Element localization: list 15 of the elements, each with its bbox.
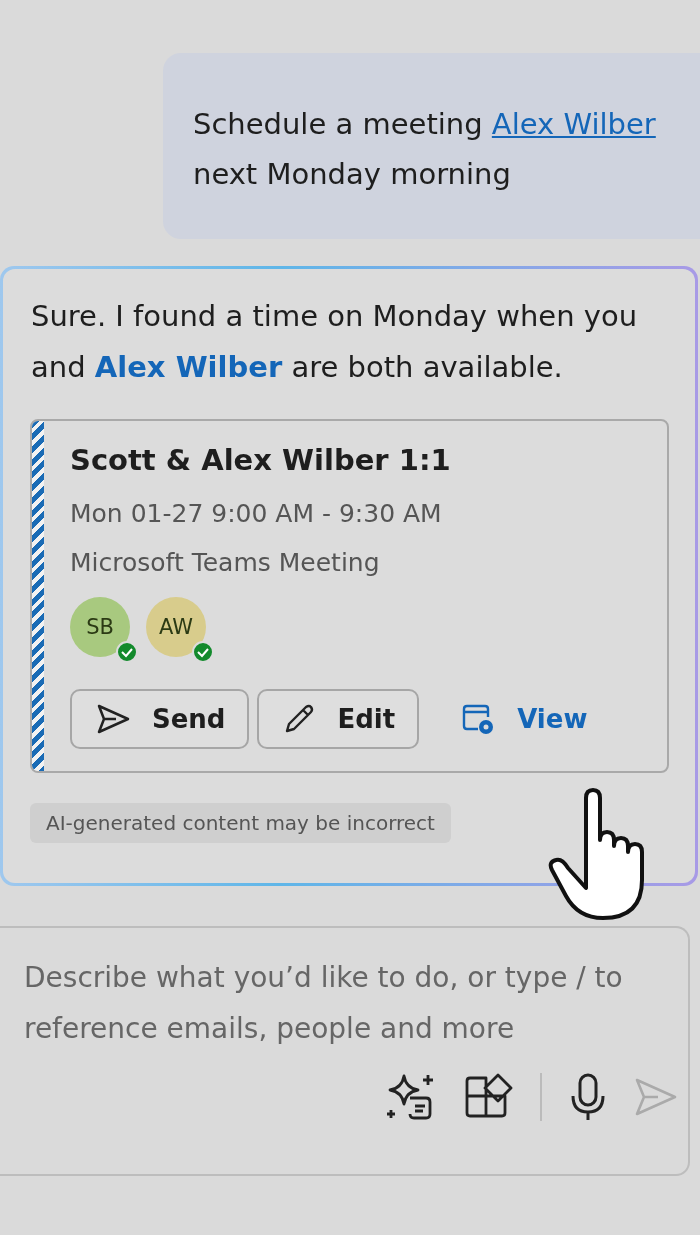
composer-box[interactable]: Describe what you’d like to do, or type / to reference emails, people and more xyxy=(0,926,690,1176)
prompt-input[interactable]: Describe what you’d like to do, or type / to reference emails, people and more xyxy=(24,952,688,1062)
edit-button[interactable]: Edit xyxy=(257,689,420,749)
calendar-view-icon xyxy=(461,703,496,735)
event-location: Microsoft Teams Meeting xyxy=(70,548,381,577)
send-button[interactable]: Send xyxy=(70,689,250,749)
event-time: Mon 01-27 9:00 AM - 9:30 AM xyxy=(70,499,443,528)
user-message: Schedule a meeting Alex Wilber next Monday morning xyxy=(193,107,656,191)
event-title: Scott & Alex Wilber 1:1 xyxy=(70,443,452,477)
view-button[interactable]: View xyxy=(427,689,588,749)
response-text: Sure. I found a time on Monday when you and Alex Wilber are both available. xyxy=(31,298,639,386)
send-icon xyxy=(96,704,130,734)
pencil-icon xyxy=(283,703,316,735)
person-link[interactable]: Alex Wilber xyxy=(491,107,656,141)
disclaimer-label: AI-generated content may be incorrect xyxy=(30,803,451,843)
